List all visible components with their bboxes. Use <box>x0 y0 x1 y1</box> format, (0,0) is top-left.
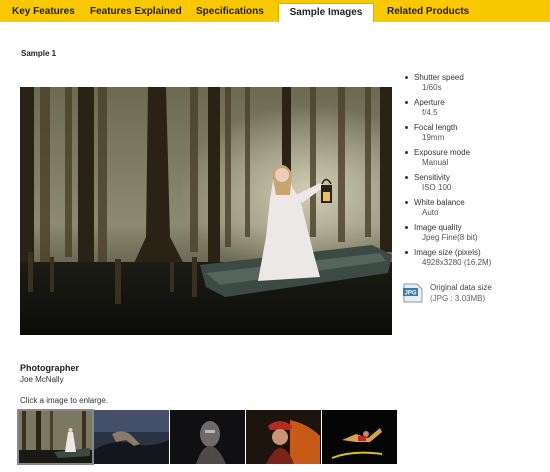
photographer-heading: Photographer <box>20 363 80 373</box>
spec-aperture: Aperture f/4.5 <box>404 98 544 123</box>
photographer-name: Joe McNally <box>20 375 64 384</box>
spec-label: Shutter speed <box>414 73 464 82</box>
thumbnail-strip <box>17 409 398 466</box>
spec-label: Sensitivity <box>414 173 451 182</box>
tab-key-features[interactable]: Key Features <box>12 4 75 22</box>
spec-label: White balance <box>414 198 465 207</box>
sample-title: Sample 1 <box>21 49 57 58</box>
spec-value: Auto <box>422 208 439 217</box>
spec-value: Manual <box>422 158 449 167</box>
original-data-size: (JPG : 3.03MB) <box>430 294 486 303</box>
spec-label: Image size (pixels) <box>414 248 481 257</box>
original-data-label[interactable]: Original data size <box>430 283 492 293</box>
spec-label: Aperture <box>414 98 445 107</box>
spec-shutter-speed: Shutter speed 1/60s <box>404 73 544 98</box>
tab-bar: Key Features Features Explained Specific… <box>0 0 550 22</box>
spec-white-balance: White balance Auto <box>404 198 544 223</box>
spec-label: Image quality <box>414 223 462 232</box>
jpg-file-icon: JPG <box>403 283 423 303</box>
spec-value: f/4.5 <box>422 108 438 117</box>
tab-sample-images[interactable]: Sample Images <box>278 3 374 22</box>
thumbnail-4[interactable] <box>246 410 321 464</box>
spec-value: 19mm <box>422 133 445 142</box>
tab-related-products[interactable]: Related Products <box>387 4 469 22</box>
shooting-data-list: Shutter speed 1/60s Aperture f/4.5 Focal… <box>404 73 544 273</box>
spec-value: ISO 100 <box>422 183 452 192</box>
spec-value: Jpeg Fine(8 bit) <box>422 233 478 242</box>
spec-label: Exposure mode <box>414 148 471 157</box>
thumbnail-3[interactable] <box>170 410 245 464</box>
spec-image-size: Image size (pixels) 4928x3280 (16.2M) <box>404 248 544 273</box>
jpg-icon-label: JPG <box>404 291 416 297</box>
thumbnail-2[interactable] <box>94 410 169 464</box>
spec-image-quality: Image quality Jpeg Fine(8 bit) <box>404 223 544 248</box>
spec-label: Focal length <box>414 123 458 132</box>
main-photo[interactable] <box>20 87 392 335</box>
thumbnail-1[interactable] <box>17 409 94 465</box>
thumbnail-5[interactable] <box>322 410 397 464</box>
tab-specifications[interactable]: Specifications <box>196 4 264 22</box>
original-data-link[interactable]: JPG Original data size (JPG : 3.03MB) <box>402 283 547 305</box>
spec-value: 4928x3280 (16.2M) <box>422 258 492 267</box>
spec-focal-length: Focal length 19mm <box>404 123 544 148</box>
tab-features-explained[interactable]: Features Explained <box>90 4 182 22</box>
spec-sensitivity: Sensitivity ISO 100 <box>404 173 544 198</box>
spec-exposure-mode: Exposure mode Manual <box>404 148 544 173</box>
spec-value: 1/60s <box>422 83 442 92</box>
thumbnail-instruction: Click a image to enlarge. <box>20 396 109 405</box>
